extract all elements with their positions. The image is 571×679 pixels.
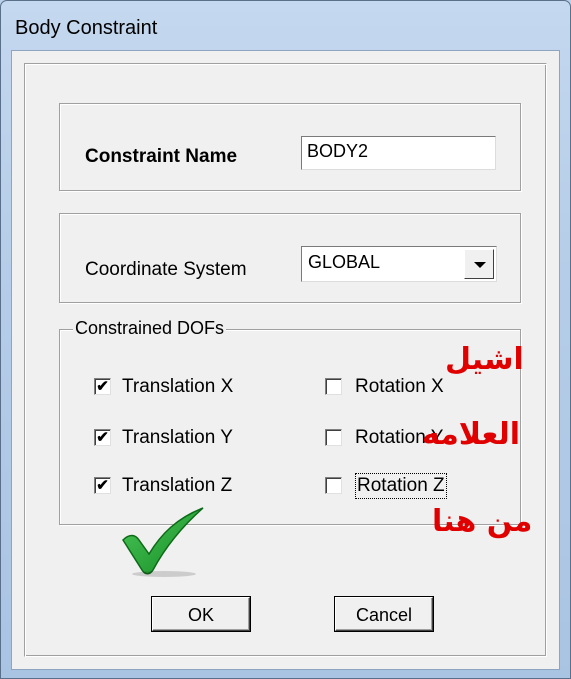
annotation-line-1: اشيل — [445, 342, 524, 377]
translation-y-checkbox[interactable]: ✔ — [94, 429, 111, 446]
translation-z-label: Translation Z — [122, 475, 233, 496]
translation-x-checkbox[interactable]: ✔ — [94, 378, 111, 395]
window-title: Body Constraint — [15, 17, 158, 39]
coordinate-system-select[interactable]: GLOBAL — [301, 246, 497, 282]
coordinate-system-label: Coordinate System — [85, 259, 247, 280]
green-checkmark-icon — [122, 507, 204, 577]
dialog-window: Body Constraint Constraint Name BODY2 Co… — [0, 0, 571, 679]
constrained-dofs-legend: Constrained DOFs — [73, 318, 227, 339]
constraint-name-label: Constraint Name — [85, 146, 238, 167]
cancel-button[interactable]: Cancel — [335, 597, 433, 631]
rotation-x-checkbox[interactable] — [325, 378, 342, 395]
annotation-line-2: العلامه — [422, 417, 521, 452]
rotation-x-label: Rotation X — [355, 376, 444, 397]
translation-z-checkbox[interactable]: ✔ — [94, 477, 111, 494]
rotation-z-checkbox[interactable] — [325, 477, 342, 494]
coordinate-system-value: GLOBAL — [308, 252, 381, 272]
ok-button-label: OK — [187, 605, 214, 625]
annotation-line-3: من هنا — [432, 504, 533, 539]
translation-y-label: Translation Y — [122, 427, 233, 448]
translation-x-label: Translation X — [122, 376, 234, 397]
chevron-down-icon[interactable] — [464, 249, 494, 279]
rotation-y-checkbox[interactable] — [325, 429, 342, 446]
constraint-name-input[interactable]: BODY2 — [301, 136, 496, 170]
cancel-button-label: Cancel — [355, 605, 413, 625]
dialog-panel: Constraint Name BODY2 Coordinate System … — [24, 63, 547, 657]
rotation-z-label: Rotation Z — [355, 473, 447, 499]
ok-button[interactable]: OK — [152, 597, 250, 631]
dialog-client-area: Constraint Name BODY2 Coordinate System … — [11, 50, 560, 670]
